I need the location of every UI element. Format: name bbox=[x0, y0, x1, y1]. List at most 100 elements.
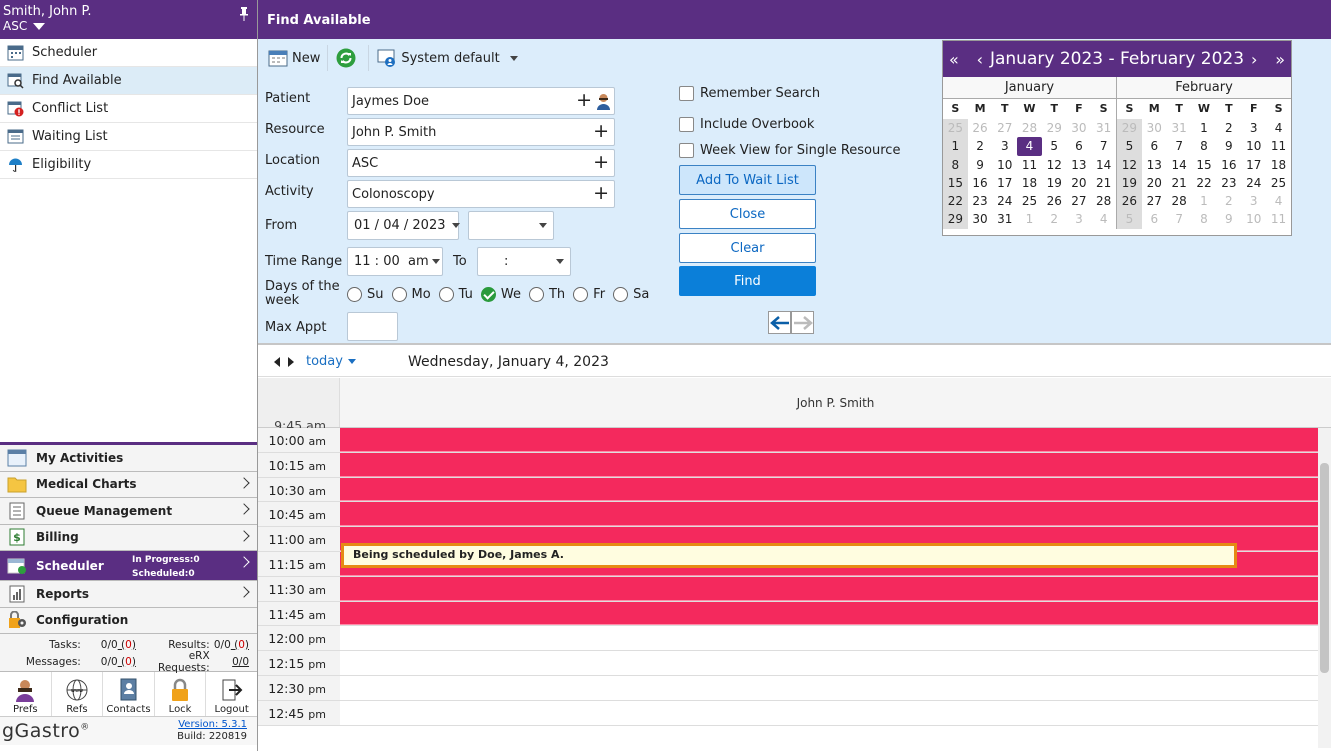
calendar-day[interactable]: 16 bbox=[968, 174, 993, 192]
module-scheduler[interactable]: Scheduler In Progress:0 Scheduled:0 bbox=[0, 551, 257, 581]
calendar-day[interactable]: 13 bbox=[1142, 156, 1167, 174]
calendar-day[interactable]: 17 bbox=[992, 174, 1017, 192]
calendar-day[interactable]: 28 bbox=[1017, 119, 1042, 137]
module-queue-management[interactable]: Queue Management bbox=[0, 498, 257, 525]
calendar-day[interactable]: 18 bbox=[1266, 156, 1291, 174]
checkbox[interactable] bbox=[679, 143, 694, 158]
time-start-input[interactable]: 11 : 00 am bbox=[347, 247, 443, 276]
calendar-day[interactable]: 3 bbox=[1241, 192, 1266, 210]
site-selector[interactable]: ASC bbox=[3, 19, 254, 34]
chevron-right-icon[interactable]: › bbox=[1251, 50, 1257, 69]
results-count[interactable]: 0/0 (0) bbox=[210, 639, 249, 651]
clear-button[interactable]: Clear bbox=[679, 233, 816, 263]
calendar-day[interactable]: 4 bbox=[1091, 210, 1116, 228]
calendar-day[interactable]: 27 bbox=[1142, 192, 1167, 210]
calendar-day[interactable]: 25 bbox=[1266, 174, 1291, 192]
open-slot[interactable] bbox=[340, 701, 1318, 725]
sidebar-item-find-available[interactable]: Find Available bbox=[0, 67, 257, 95]
logout-button[interactable]: Logout bbox=[206, 672, 257, 716]
booked-slot[interactable] bbox=[340, 601, 1318, 626]
calendar-day[interactable]: 24 bbox=[992, 192, 1017, 210]
sidebar-item-waiting-list[interactable]: Waiting List bbox=[0, 123, 257, 151]
calendar-day[interactable]: 29 bbox=[1117, 119, 1142, 138]
radio-icon[interactable] bbox=[391, 287, 407, 302]
calendar-day[interactable]: 28 bbox=[1167, 192, 1192, 210]
include-overbook-checkbox[interactable]: Include Overbook bbox=[679, 117, 814, 132]
open-slot[interactable] bbox=[340, 626, 1318, 650]
calendar-day[interactable]: 9 bbox=[968, 156, 993, 174]
calendar-day[interactable]: 15 bbox=[943, 173, 968, 193]
calendar-day[interactable]: 31 bbox=[1091, 119, 1116, 137]
calendar-day[interactable]: 9 bbox=[1216, 137, 1241, 155]
day-option[interactable]: Su bbox=[347, 287, 384, 302]
activity-field[interactable]: Colonoscopy + bbox=[347, 180, 615, 208]
calendar-day[interactable]: 30 bbox=[1142, 119, 1167, 137]
radio-icon[interactable] bbox=[573, 287, 589, 302]
patient-icon[interactable] bbox=[596, 93, 611, 110]
add-to-wait-list-button[interactable]: Add To Wait List bbox=[679, 165, 816, 195]
calendar-day[interactable]: 10 bbox=[992, 156, 1017, 174]
next-result-button[interactable] bbox=[791, 311, 814, 334]
day-option[interactable]: We bbox=[480, 287, 521, 302]
calendar-day[interactable]: 25 bbox=[943, 119, 968, 138]
module-billing[interactable]: $ Billing bbox=[0, 524, 257, 551]
booked-slot[interactable] bbox=[340, 576, 1318, 601]
calendar-day[interactable]: 4 bbox=[1266, 192, 1291, 210]
calendar-day[interactable]: 12 bbox=[1117, 155, 1142, 174]
calendar-day[interactable]: 3 bbox=[992, 137, 1017, 155]
calendar-day[interactable]: 6 bbox=[1067, 137, 1092, 155]
messages-count[interactable]: 0/0 (0) bbox=[81, 656, 136, 668]
calendar-day[interactable]: 5 bbox=[1042, 137, 1067, 155]
checkbox[interactable] bbox=[679, 117, 694, 132]
sidebar-item-conflict-list[interactable]: Conflict List bbox=[0, 95, 257, 123]
calendar-day[interactable]: 7 bbox=[1167, 137, 1192, 155]
add-icon[interactable]: + bbox=[576, 91, 592, 110]
calendar-day[interactable]: 22 bbox=[943, 192, 968, 211]
remember-search-checkbox[interactable]: Remember Search bbox=[679, 86, 820, 101]
calendar-event[interactable]: Being scheduled by Doe, James A. bbox=[341, 543, 1237, 568]
calendar-day[interactable]: 1 bbox=[943, 137, 968, 156]
radio-icon[interactable] bbox=[347, 287, 362, 302]
booked-slot[interactable] bbox=[340, 477, 1318, 502]
calendar-day[interactable]: 14 bbox=[1091, 156, 1116, 174]
calendar-day[interactable]: 15 bbox=[1192, 156, 1217, 174]
radio-icon[interactable] bbox=[438, 287, 454, 302]
user-header[interactable]: Smith, John P. ASC bbox=[0, 0, 257, 39]
calendar-day[interactable]: 30 bbox=[968, 210, 993, 228]
calendar-day[interactable]: 8 bbox=[1192, 210, 1217, 228]
sidebar-item-eligibility[interactable]: Eligibility bbox=[0, 151, 257, 179]
add-icon[interactable]: + bbox=[593, 184, 609, 203]
max-appt-input[interactable] bbox=[347, 312, 398, 341]
calendar-day[interactable]: 19 bbox=[1117, 173, 1142, 193]
scrollbar-thumb[interactable] bbox=[1320, 463, 1329, 673]
sidebar-item-scheduler[interactable]: Scheduler bbox=[0, 39, 257, 67]
from-date-input[interactable]: 01 / 04 / 2023 bbox=[347, 211, 460, 240]
previous-day-icon[interactable] bbox=[274, 356, 280, 367]
from-time-select[interactable] bbox=[468, 211, 554, 240]
checked-radio-icon[interactable] bbox=[480, 287, 496, 302]
calendar-day[interactable]: 18 bbox=[1017, 174, 1042, 192]
module-my-activities[interactable]: My Activities bbox=[0, 445, 257, 472]
calendar-day[interactable]: 2 bbox=[1216, 192, 1241, 210]
prefs-button[interactable]: Prefs bbox=[0, 672, 52, 716]
double-chevron-right-icon[interactable]: » bbox=[1275, 50, 1285, 69]
open-slot[interactable] bbox=[340, 676, 1318, 700]
calendar-day[interactable]: 21 bbox=[1167, 174, 1192, 192]
calendar-day[interactable]: 31 bbox=[1167, 119, 1192, 137]
close-button[interactable]: Close bbox=[679, 199, 816, 229]
day-option[interactable]: Th bbox=[528, 287, 565, 302]
calendar-day[interactable]: 8 bbox=[943, 155, 968, 174]
calendar-day[interactable]: 14 bbox=[1167, 156, 1192, 174]
open-slot[interactable] bbox=[340, 651, 1318, 675]
week-view-checkbox[interactable]: Week View for Single Resource bbox=[679, 143, 900, 158]
calendar-day[interactable]: 16 bbox=[1216, 156, 1241, 174]
calendar-day[interactable]: 21 bbox=[1091, 174, 1116, 192]
today-button[interactable]: today bbox=[306, 354, 356, 369]
erx-count[interactable]: 0/0 bbox=[210, 656, 249, 668]
calendar-day[interactable]: 1 bbox=[1017, 210, 1042, 228]
next-day-icon[interactable] bbox=[288, 356, 294, 367]
calendar-day[interactable]: 27 bbox=[992, 119, 1017, 137]
calendar-day[interactable]: 2 bbox=[1042, 210, 1067, 228]
calendar-day[interactable]: 29 bbox=[1042, 119, 1067, 137]
calendar-day[interactable]: 17 bbox=[1241, 156, 1266, 174]
